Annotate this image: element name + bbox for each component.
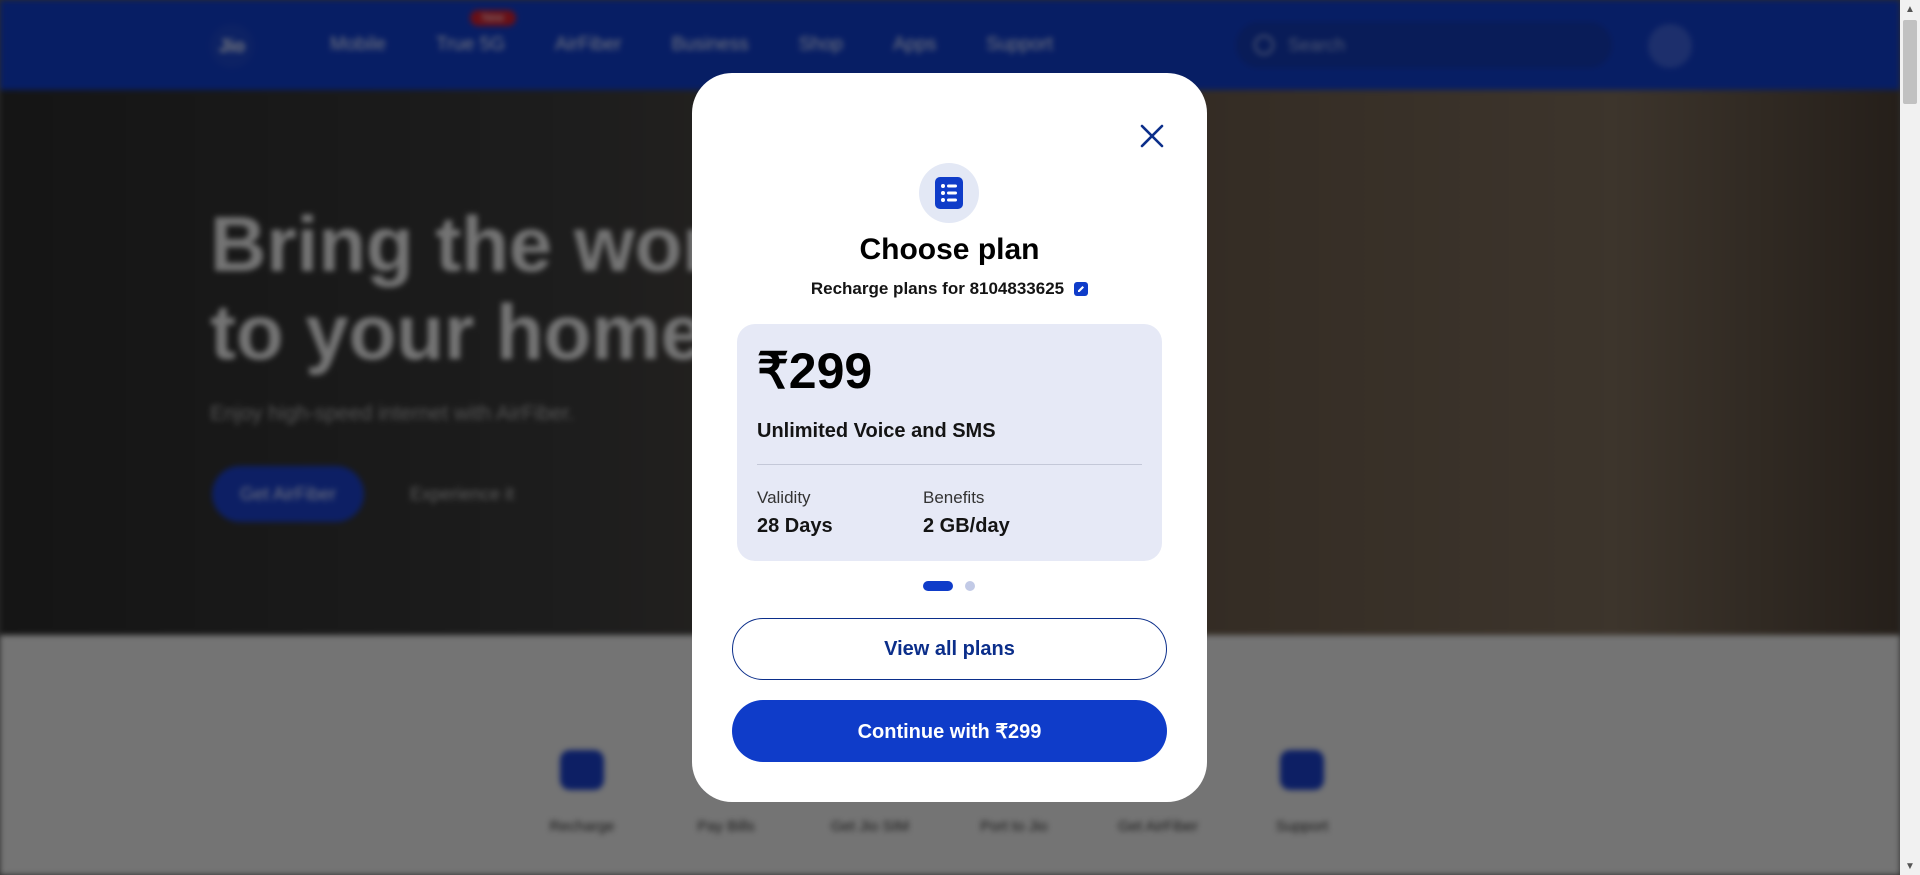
- benefits-value: 2 GB/day: [923, 515, 1010, 537]
- validity-value: 28 Days: [757, 515, 833, 537]
- carousel-dot-active[interactable]: [923, 581, 953, 591]
- view-all-plans-button[interactable]: View all plans: [732, 618, 1167, 680]
- scrollbar-thumb[interactable]: [1903, 20, 1917, 104]
- plan-price: ₹299: [757, 343, 873, 399]
- validity-label: Validity: [757, 488, 811, 507]
- continue-button[interactable]: Continue with ₹299: [732, 700, 1167, 762]
- scroll-up-arrow-icon[interactable]: ▲: [1900, 0, 1920, 18]
- recharge-number-text: Recharge plans for 8104833625: [810, 279, 1065, 298]
- dialog-title: Choose plan: [859, 233, 1040, 266]
- plan-divider: [757, 464, 1142, 465]
- plan-description: Unlimited Voice and SMS: [757, 420, 996, 442]
- close-icon: [1140, 124, 1164, 148]
- benefits-label: Benefits: [923, 488, 985, 507]
- carousel-indicator: [923, 581, 975, 591]
- plan-card[interactable]: ₹299 Unlimited Voice and SMS Validity 28…: [737, 324, 1162, 561]
- carousel-dot[interactable]: [965, 581, 975, 591]
- recharge-number-row: Recharge plans for 8104833625: [692, 279, 1207, 299]
- close-button[interactable]: [1132, 116, 1172, 156]
- plan-list-icon: [919, 163, 979, 223]
- page-scrollbar[interactable]: ▲ ▼: [1900, 0, 1920, 875]
- scroll-down-arrow-icon[interactable]: ▼: [1900, 857, 1920, 875]
- edit-icon[interactable]: [1074, 282, 1089, 296]
- choose-plan-dialog: Choose plan Recharge plans for 810483362…: [692, 73, 1207, 802]
